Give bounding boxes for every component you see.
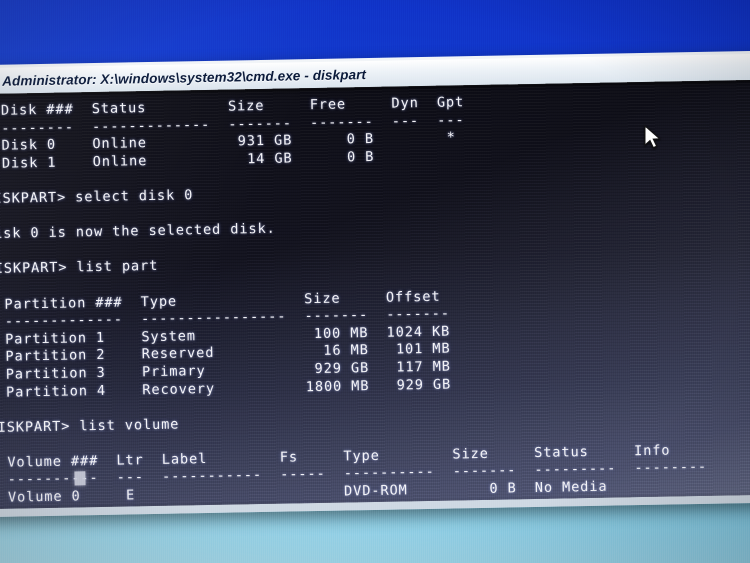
console-output-area[interactable]: Disk ### Status Size Free Dyn Gpt ------… — [0, 79, 750, 510]
desktop-screen: C:\ Administrator: X:\windows\system32\c… — [0, 0, 750, 563]
window-title: Administrator: X:\windows\system32\cmd.e… — [2, 66, 367, 89]
text-cursor — [74, 471, 86, 486]
mouse-pointer-icon — [644, 125, 661, 149]
command-prompt-window[interactable]: C:\ Administrator: X:\windows\system32\c… — [0, 50, 750, 518]
terminal-text: Disk ### Status Size Free Dyn Gpt ------… — [0, 94, 708, 510]
